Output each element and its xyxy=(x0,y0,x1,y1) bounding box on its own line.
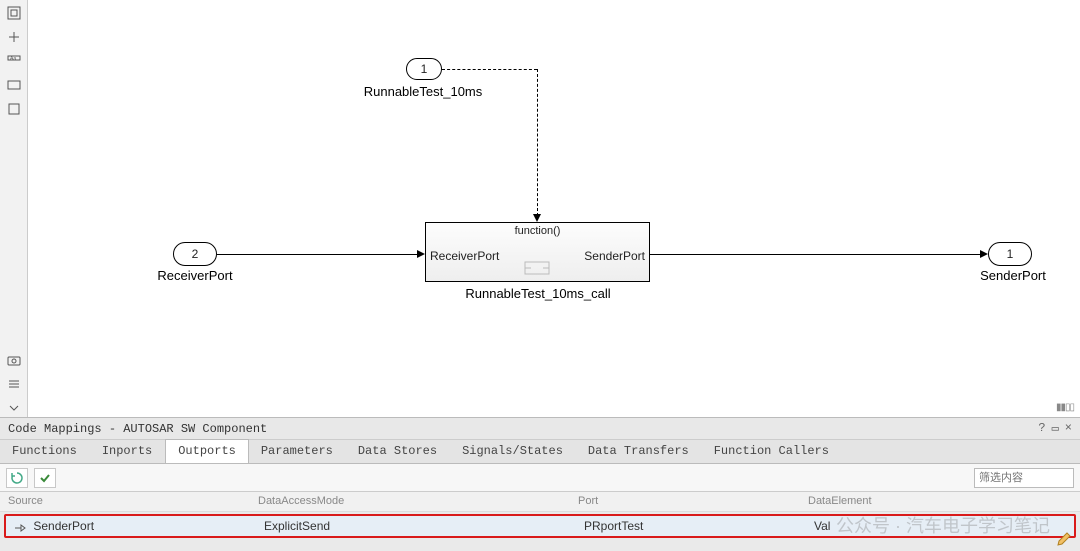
fit-icon[interactable] xyxy=(4,4,24,22)
cell-source: SenderPort xyxy=(6,519,256,533)
arrowhead-right-icon xyxy=(980,250,988,258)
model-canvas-area: Aa 1 RunnableTest_10ms 2 ReceiverPort xyxy=(0,0,1080,418)
signal-line-out xyxy=(650,254,980,255)
close-icon[interactable]: × xyxy=(1065,421,1072,436)
arrowhead-down-icon xyxy=(533,214,541,222)
help-icon[interactable]: ? xyxy=(1038,421,1045,436)
tab-inports[interactable]: Inports xyxy=(90,440,165,463)
refresh-button[interactable] xyxy=(6,468,28,488)
tab-parameters[interactable]: Parameters xyxy=(249,440,346,463)
inport-receiver-number: 2 xyxy=(192,247,199,261)
validate-button[interactable] xyxy=(34,468,56,488)
col-data-access-mode[interactable]: DataAccessMode xyxy=(250,492,570,511)
signal-line-in xyxy=(217,254,417,255)
outport-icon xyxy=(14,522,26,532)
layers-icon[interactable] xyxy=(4,76,24,94)
check-icon xyxy=(38,471,52,485)
tab-strip: Functions Inports Outports Parameters Da… xyxy=(0,440,1080,464)
tab-signals-states[interactable]: Signals/States xyxy=(450,440,576,463)
function-call-subsystem[interactable]: function() ReceiverPort SenderPort xyxy=(425,222,650,282)
list-icon[interactable] xyxy=(4,375,24,393)
block-port-right: SenderPort xyxy=(584,249,645,263)
tab-data-stores[interactable]: Data Stores xyxy=(346,440,450,463)
grid-header: Source DataAccessMode Port DataElement xyxy=(0,492,1080,512)
svg-text:Aa: Aa xyxy=(10,56,16,62)
function-header: function() xyxy=(426,223,649,237)
table-row[interactable]: SenderPort ExplicitSend PRportTest Val xyxy=(4,514,1076,538)
outport-sender-number: 1 xyxy=(1007,247,1014,261)
overview-icon[interactable] xyxy=(4,28,24,46)
function-block-name: RunnableTest_10ms_call xyxy=(448,286,628,301)
camera-icon[interactable] xyxy=(4,351,24,369)
inport-trigger[interactable]: 1 xyxy=(406,58,442,80)
expand-icon[interactable] xyxy=(4,399,24,417)
subsystem-glyph-icon xyxy=(524,261,550,275)
inport-receiver-label: ReceiverPort xyxy=(150,268,240,283)
signal-dashed-v xyxy=(537,69,538,216)
col-port[interactable]: Port xyxy=(570,492,800,511)
outport-sender[interactable]: 1 xyxy=(988,242,1032,266)
cell-data-element: Val xyxy=(806,519,1074,533)
outport-sender-label: SenderPort xyxy=(968,268,1058,283)
inport-trigger-number: 1 xyxy=(421,62,428,76)
tab-data-transfers[interactable]: Data Transfers xyxy=(576,440,702,463)
scroll-indicator-icon: ▮▮▯▯ xyxy=(1056,402,1074,413)
panel-title: Code Mappings - AUTOSAR SW Component xyxy=(8,422,267,436)
box-icon[interactable] xyxy=(4,100,24,118)
tab-outports[interactable]: Outports xyxy=(165,439,249,463)
tab-function-callers[interactable]: Function Callers xyxy=(702,440,842,463)
tab-functions[interactable]: Functions xyxy=(0,440,90,463)
panel-title-bar: Code Mappings - AUTOSAR SW Component ? ▭… xyxy=(0,418,1080,440)
signal-dashed-h xyxy=(442,69,537,70)
pencil-icon[interactable] xyxy=(1056,531,1072,547)
model-canvas[interactable]: 1 RunnableTest_10ms 2 ReceiverPort funct… xyxy=(28,0,1080,417)
minimize-icon[interactable]: ▭ xyxy=(1052,421,1059,436)
block-port-left: ReceiverPort xyxy=(430,249,499,263)
inport-receiver[interactable]: 2 xyxy=(173,242,217,266)
app-root: Aa 1 RunnableTest_10ms 2 ReceiverPort xyxy=(0,0,1080,551)
cell-port: PRportTest xyxy=(576,519,806,533)
cell-data-access-mode: ExplicitSend xyxy=(256,519,576,533)
refresh-icon xyxy=(10,471,24,485)
arrowhead-right-icon xyxy=(417,250,425,258)
code-mappings-panel: Code Mappings - AUTOSAR SW Component ? ▭… xyxy=(0,418,1080,551)
filter-input[interactable] xyxy=(974,468,1074,488)
action-bar xyxy=(0,464,1080,492)
inport-trigger-label: RunnableTest_10ms xyxy=(353,84,493,99)
col-source[interactable]: Source xyxy=(0,492,250,511)
col-data-element[interactable]: DataElement xyxy=(800,492,1080,511)
left-toolbar: Aa xyxy=(0,0,28,417)
annotations-icon[interactable]: Aa xyxy=(4,52,24,70)
